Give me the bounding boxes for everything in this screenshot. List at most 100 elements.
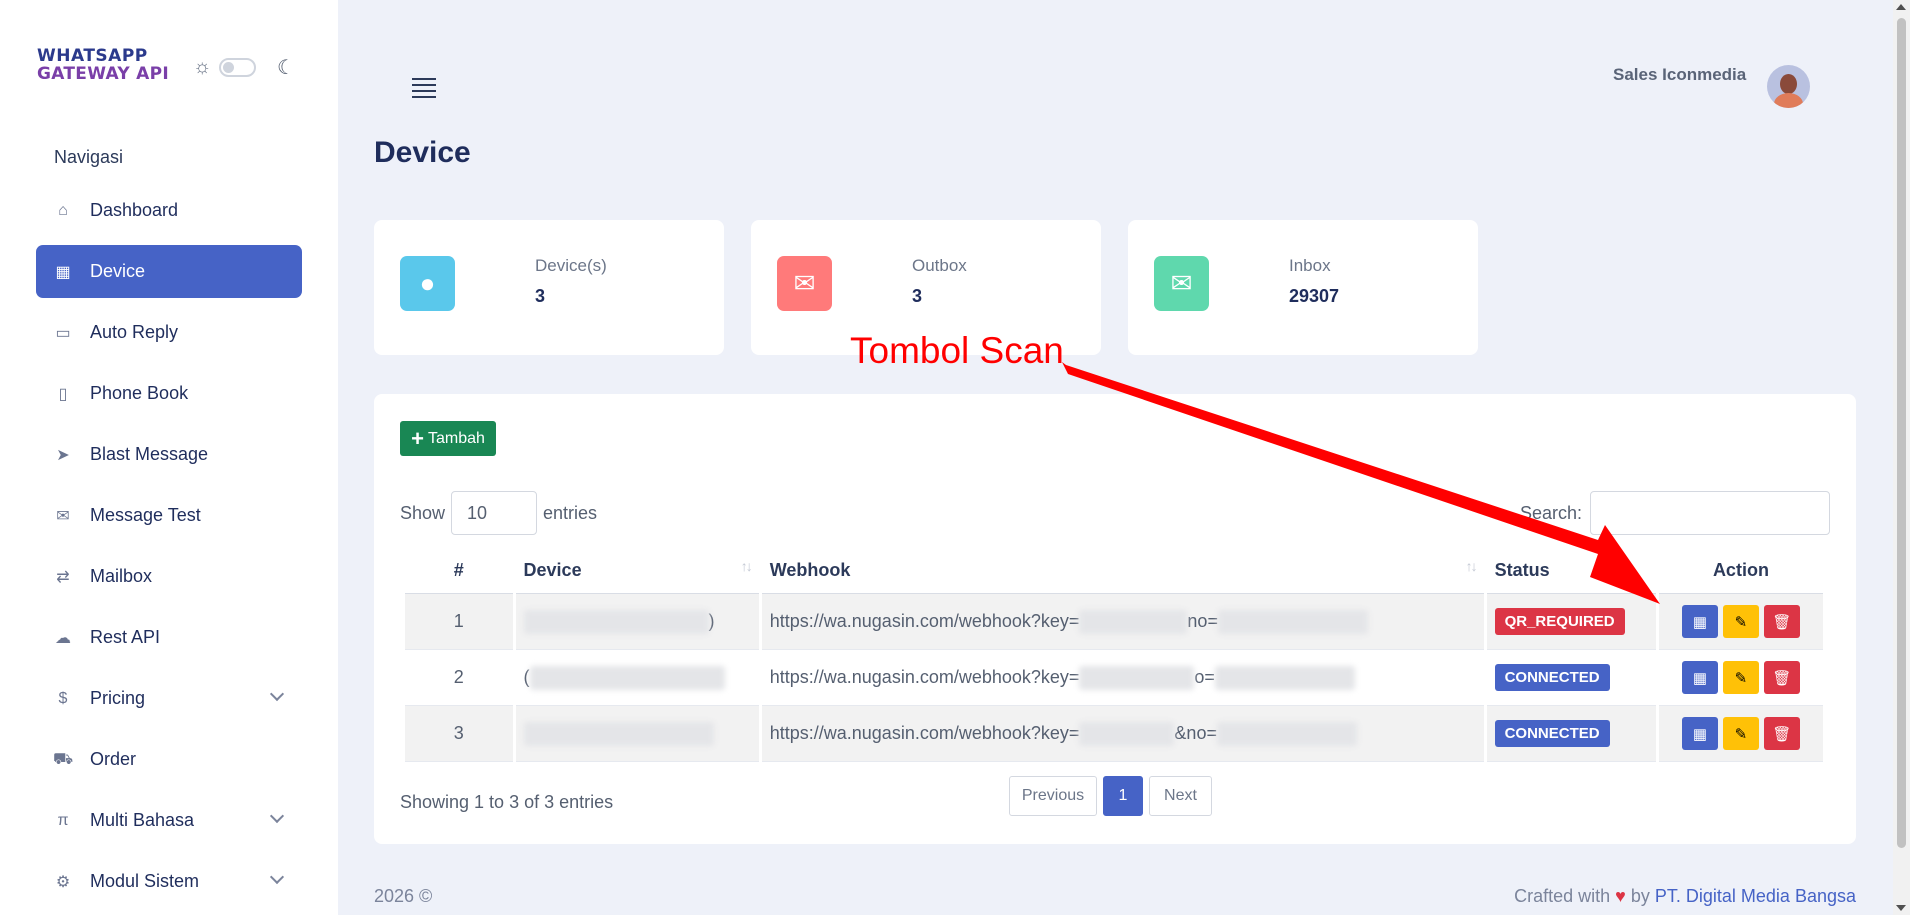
- webhook-cell: https://wa.nugasin.com/webhook?key= no=: [761, 594, 1484, 650]
- redacted-text: [1216, 721, 1357, 746]
- edit-button[interactable]: ✎: [1722, 717, 1759, 750]
- plus-icon: +: [411, 425, 424, 451]
- sidebar-item-mailbox[interactable]: ⇄ Mailbox: [36, 550, 302, 603]
- page-1-button[interactable]: 1: [1103, 776, 1143, 816]
- sidebar-item-blast-message[interactable]: ➤ Blast Message: [36, 428, 302, 481]
- webhook-cell: https://wa.nugasin.com/webhook?key= o=: [761, 650, 1484, 706]
- scrollbar[interactable]: [1893, 0, 1910, 915]
- column-header-number[interactable]: #: [405, 548, 513, 594]
- device-cell: [515, 706, 759, 762]
- delete-button[interactable]: 🗑: [1763, 717, 1800, 750]
- scroll-thumb[interactable]: [1897, 18, 1906, 848]
- chevron-down-icon: [269, 686, 285, 702]
- nav-heading: Navigasi: [54, 147, 124, 167]
- hamburger-menu-icon[interactable]: [412, 78, 436, 102]
- redacted-text: [523, 609, 709, 634]
- table-info: Showing 1 to 3 of 3 entries: [400, 792, 614, 812]
- search-label: Search:: [1520, 502, 1583, 523]
- sidebar-item-label: Blast Message: [90, 444, 209, 464]
- heart-icon: ♥: [1615, 886, 1626, 906]
- scroll-down-arrow-icon[interactable]: [1896, 905, 1906, 911]
- qr-icon: ▦: [55, 263, 71, 281]
- next-page-button[interactable]: Next: [1149, 776, 1212, 816]
- sidebar-item-modul-sistem[interactable]: ⚙ Modul Sistem: [36, 855, 302, 908]
- table-search: Search:: [1520, 491, 1831, 535]
- edit-button[interactable]: ✎: [1722, 605, 1759, 638]
- sidebar-item-label: Device: [90, 261, 146, 281]
- stat-label: Inbox: [1289, 256, 1331, 275]
- device-table-panel: + Tambah Show 10 entries Search: # Devic…: [374, 394, 1856, 844]
- stat-label: Outbox: [912, 256, 967, 275]
- envelope-icon: ✉: [1154, 256, 1209, 311]
- theme-toggle[interactable]: ☼: [193, 56, 257, 79]
- add-device-button[interactable]: + Tambah: [400, 421, 496, 456]
- action-cell: ▦ ✎ 🗑: [1658, 706, 1823, 762]
- sidebar-item-label: Mailbox: [90, 566, 153, 586]
- sidebar-item-multi-bahasa[interactable]: π Multi Bahasa: [36, 794, 302, 847]
- brand-logo[interactable]: WHATSAPP GATEWAY API: [37, 48, 169, 83]
- stat-value: 3: [912, 286, 923, 306]
- redacted-text: [1079, 665, 1195, 690]
- send-icon: ➤: [56, 446, 70, 464]
- previous-page-button[interactable]: Previous: [1009, 776, 1097, 816]
- status-badge: CONNECTED: [1494, 720, 1610, 747]
- table-row: 1 ) https://wa.nugasin.com/webhook?key= n…: [405, 594, 1823, 650]
- device-cell: (: [515, 650, 759, 706]
- sidebar-item-device[interactable]: ▦ Device: [36, 245, 302, 298]
- redacted-text: [1214, 665, 1355, 690]
- annotation-label: Tombol Scan: [850, 330, 1064, 371]
- language-icon: π: [57, 811, 69, 829]
- sidebar-item-label: Multi Bahasa: [90, 810, 195, 830]
- sidebar-item-dashboard[interactable]: ⌂ Dashboard: [36, 184, 302, 237]
- device-table: # Device ↑↓ Webhook ↑↓ Status Action 1 ) h…: [402, 548, 1826, 762]
- sidebar-item-order[interactable]: ⛟ Order: [36, 733, 302, 786]
- scroll-up-arrow-icon[interactable]: [1896, 4, 1906, 10]
- redacted-text: [1079, 721, 1175, 746]
- entries-length-control: Show 10 entries: [400, 491, 597, 535]
- sidebar-item-message-test[interactable]: ✉ Message Test: [36, 489, 302, 542]
- avatar[interactable]: [1767, 65, 1810, 108]
- sidebar-item-auto-reply[interactable]: ▭ Auto Reply: [36, 306, 302, 359]
- moon-icon: ☾: [277, 57, 295, 79]
- action-cell: ▦ ✎ 🗑: [1658, 650, 1823, 706]
- edit-button[interactable]: ✎: [1722, 661, 1759, 694]
- scan-qr-button[interactable]: ▦: [1681, 605, 1718, 638]
- entries-select[interactable]: 10: [451, 491, 538, 535]
- sort-icon: ↑↓: [1465, 558, 1478, 574]
- search-input[interactable]: [1590, 491, 1831, 535]
- column-header-device[interactable]: Device ↑↓: [515, 548, 759, 594]
- chevron-down-icon: [269, 808, 285, 824]
- sidebar-item-label: Phone Book: [90, 383, 189, 403]
- column-header-action: Action: [1658, 548, 1823, 594]
- device-cell: ): [515, 594, 759, 650]
- pagination: Previous 1 Next: [1009, 776, 1212, 816]
- stat-card-inbox: ✉ Inbox 29307: [1128, 220, 1478, 355]
- company-link[interactable]: PT. Digital Media Bangsa: [1655, 886, 1856, 906]
- delete-button[interactable]: 🗑: [1763, 661, 1800, 694]
- sidebar: WHATSAPP GATEWAY API ☼ ☾ Navigasi ⌂ Dash…: [0, 0, 338, 915]
- sidebar-item-phone-book[interactable]: ▯ Phone Book: [36, 367, 302, 420]
- scan-qr-button[interactable]: ▦: [1681, 661, 1718, 694]
- scan-qr-button[interactable]: ▦: [1681, 717, 1718, 750]
- envelope-icon: ✉: [777, 256, 832, 311]
- page-title: Device: [374, 136, 471, 169]
- sidebar-item-rest-api[interactable]: ☁ Rest API: [36, 611, 302, 664]
- stat-card-devices: ● Device(s) 3: [374, 220, 724, 355]
- user-name[interactable]: Sales Iconmedia: [1613, 65, 1746, 85]
- sidebar-item-pricing[interactable]: $ Pricing: [36, 672, 302, 725]
- book-icon: ▯: [58, 385, 68, 403]
- delete-button[interactable]: 🗑: [1763, 605, 1800, 638]
- sidebar-item-label: Message Test: [90, 505, 201, 525]
- sidebar-nav: ⌂ Dashboard ▦ Device ▭ Auto Reply ▯ Phon…: [36, 184, 302, 915]
- sort-icon: ↑↓: [740, 558, 753, 574]
- chat-icon: ▭: [55, 324, 71, 342]
- redacted-text: [529, 665, 725, 690]
- stat-value: 3: [535, 286, 546, 306]
- column-header-webhook[interactable]: Webhook ↑↓: [761, 548, 1484, 594]
- theme-switch[interactable]: [219, 58, 257, 77]
- webhook-cell: https://wa.nugasin.com/webhook?key= &no=: [761, 706, 1484, 762]
- add-button-label: Tambah: [427, 429, 485, 447]
- redacted-text: [1079, 609, 1188, 634]
- column-header-status[interactable]: Status: [1486, 548, 1656, 594]
- sidebar-item-label: Dashboard: [90, 200, 179, 220]
